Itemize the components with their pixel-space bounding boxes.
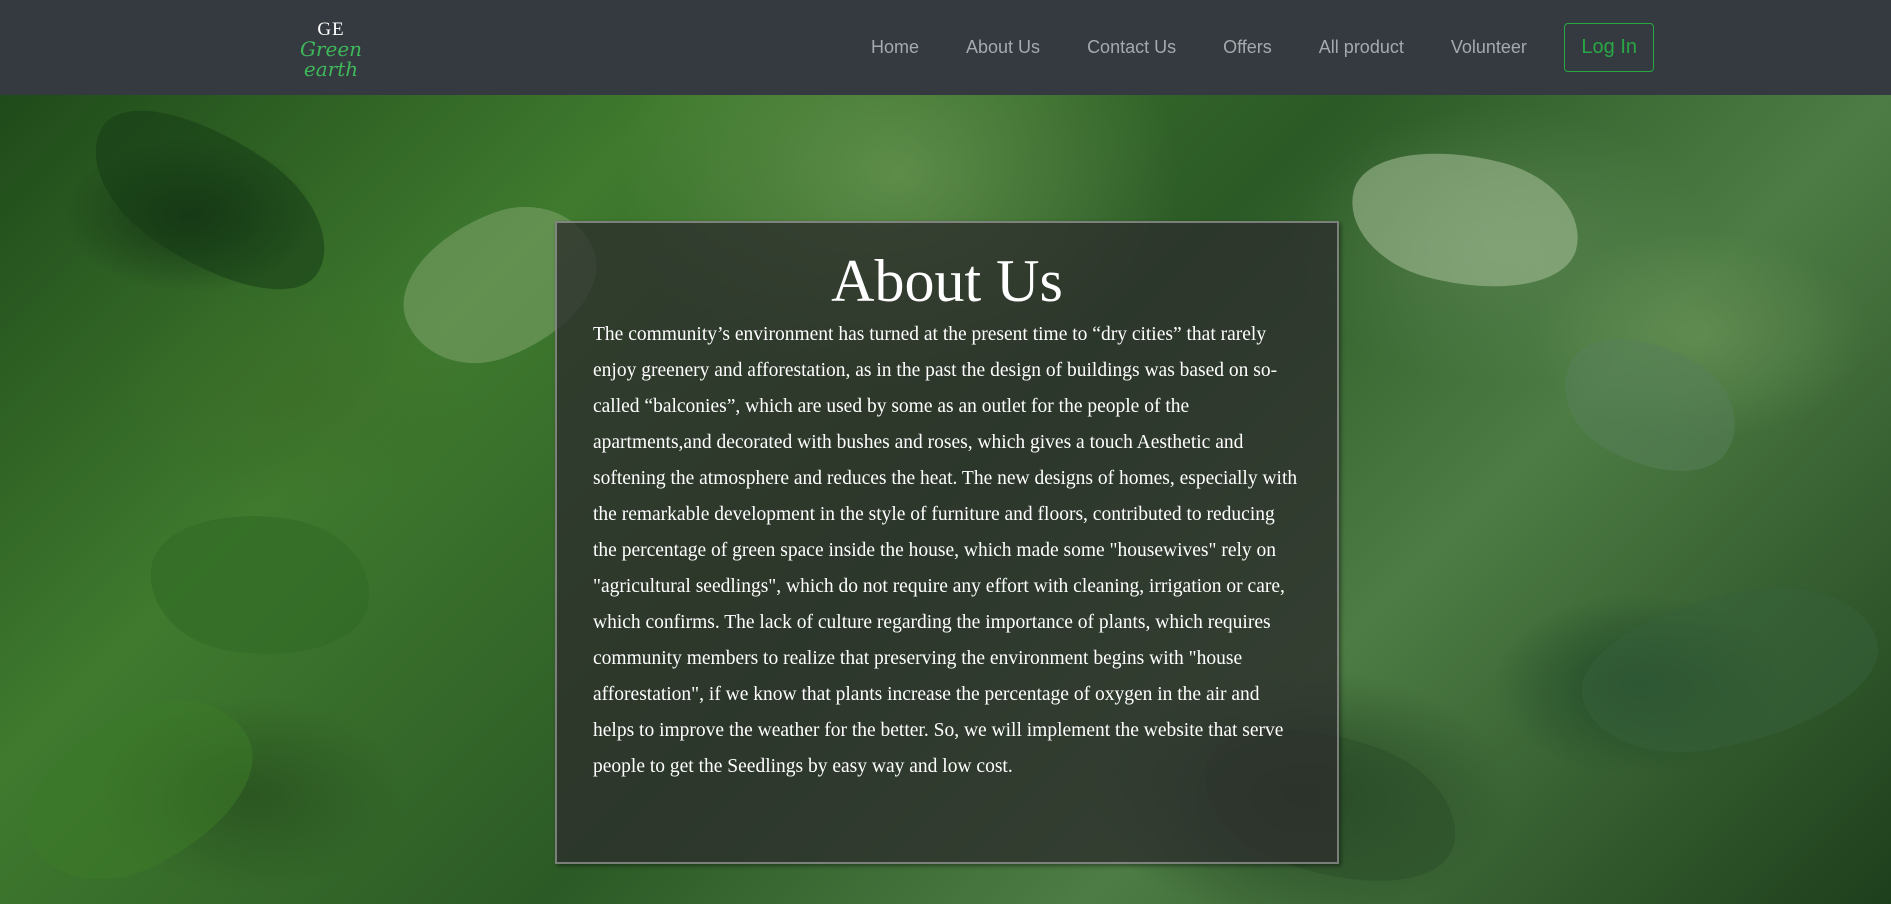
nav-link-volunteer[interactable]: Volunteer bbox=[1427, 37, 1550, 58]
leaf-shape bbox=[1569, 570, 1891, 770]
login-button[interactable]: Log In bbox=[1564, 23, 1655, 72]
leaf-shape bbox=[66, 95, 354, 328]
leaf-shape bbox=[1337, 127, 1593, 313]
leaf-shape bbox=[0, 671, 281, 904]
leaf-shape bbox=[139, 496, 381, 674]
nav-link-contact-us[interactable]: Contact Us bbox=[1064, 37, 1200, 58]
brand-logo[interactable]: GE Green earth bbox=[276, 20, 386, 80]
nav-link-home[interactable]: Home bbox=[851, 37, 943, 58]
about-us-paragraph: The community’s environment has turned a… bbox=[593, 324, 1298, 777]
navbar: GE Green earth Home About Us Contact Us … bbox=[0, 0, 1891, 95]
nav-links: Home About Us Contact Us Offers All prod… bbox=[851, 0, 1655, 95]
nav-link-about-us[interactable]: About Us bbox=[943, 37, 1064, 58]
about-us-heading: About Us bbox=[831, 248, 1063, 314]
about-us-panel: About Us The community’s environment has… bbox=[555, 221, 1339, 864]
nav-link-all-product[interactable]: All product bbox=[1295, 37, 1427, 58]
brand-name: Green earth bbox=[299, 37, 363, 81]
nav-link-offers[interactable]: Offers bbox=[1200, 37, 1296, 58]
leaf-shape bbox=[1542, 308, 1758, 502]
